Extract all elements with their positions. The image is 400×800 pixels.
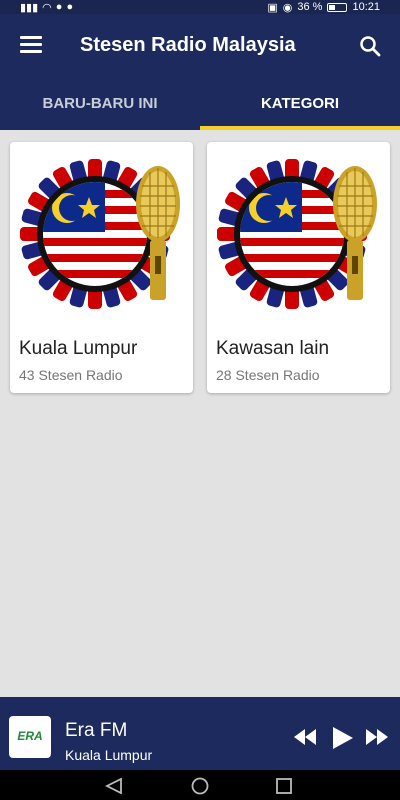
status-icons-left: ▮▮▮ ◠ ● ● [20,0,73,14]
station-city: Kuala Lumpur [65,747,153,763]
clock: 10:21 [352,1,380,13]
back-icon[interactable] [105,778,123,794]
mini-player[interactable]: ERA Era FM Kuala Lumpur [0,697,400,770]
search-icon[interactable] [358,34,382,58]
system-nav-bar [0,770,400,800]
signal-icon: ▮▮▮ [20,1,39,14]
status-icons-right: ▣ ◉ 36 % 10:21 [267,0,380,14]
malaysia-radio-icon [20,159,180,309]
battery-icon [327,2,348,12]
fast-forward-icon[interactable] [366,729,388,745]
category-name: Kuala Lumpur [19,338,138,359]
category-grid: Kuala Lumpur 43 Stesen Radio Kawasan lai… [10,142,390,393]
home-icon[interactable] [190,777,210,795]
station-name: Era FM [65,720,128,741]
station-logo: ERA [9,716,51,758]
tab-recent[interactable]: BARU-BARU INI [0,78,200,130]
station-logo-text: ERA [17,729,43,743]
app-title: Stesen Radio Malaysia [80,34,296,56]
nfc-icon: ▣ [267,1,278,14]
category-card-kawasan-lain[interactable]: Kawasan lain 28 Stesen Radio [207,142,390,393]
wifi-icon: ◠ [42,1,52,14]
notification-icon: ● [55,1,63,13]
category-count: 43 Stesen Radio [19,367,123,383]
battery-percent: 36 % [297,1,323,13]
recents-icon[interactable] [276,778,292,794]
app-bar: Stesen Radio Malaysia [0,14,400,78]
menu-icon[interactable] [20,36,42,54]
tab-bar: BARU-BARU INI KATEGORI [0,78,400,130]
play-icon[interactable] [333,727,353,749]
notification-icon: ● [66,1,74,13]
eye-icon: ◉ [282,1,293,14]
status-bar: ▮▮▮ ◠ ● ● ▣ ◉ 36 % 10:21 [0,0,400,14]
malaysia-radio-icon [217,159,377,309]
rewind-icon[interactable] [294,729,316,745]
category-card-kuala-lumpur[interactable]: Kuala Lumpur 43 Stesen Radio [10,142,193,393]
category-name: Kawasan lain [216,338,330,359]
category-count: 28 Stesen Radio [216,367,320,383]
tab-categories[interactable]: KATEGORI [200,78,400,130]
